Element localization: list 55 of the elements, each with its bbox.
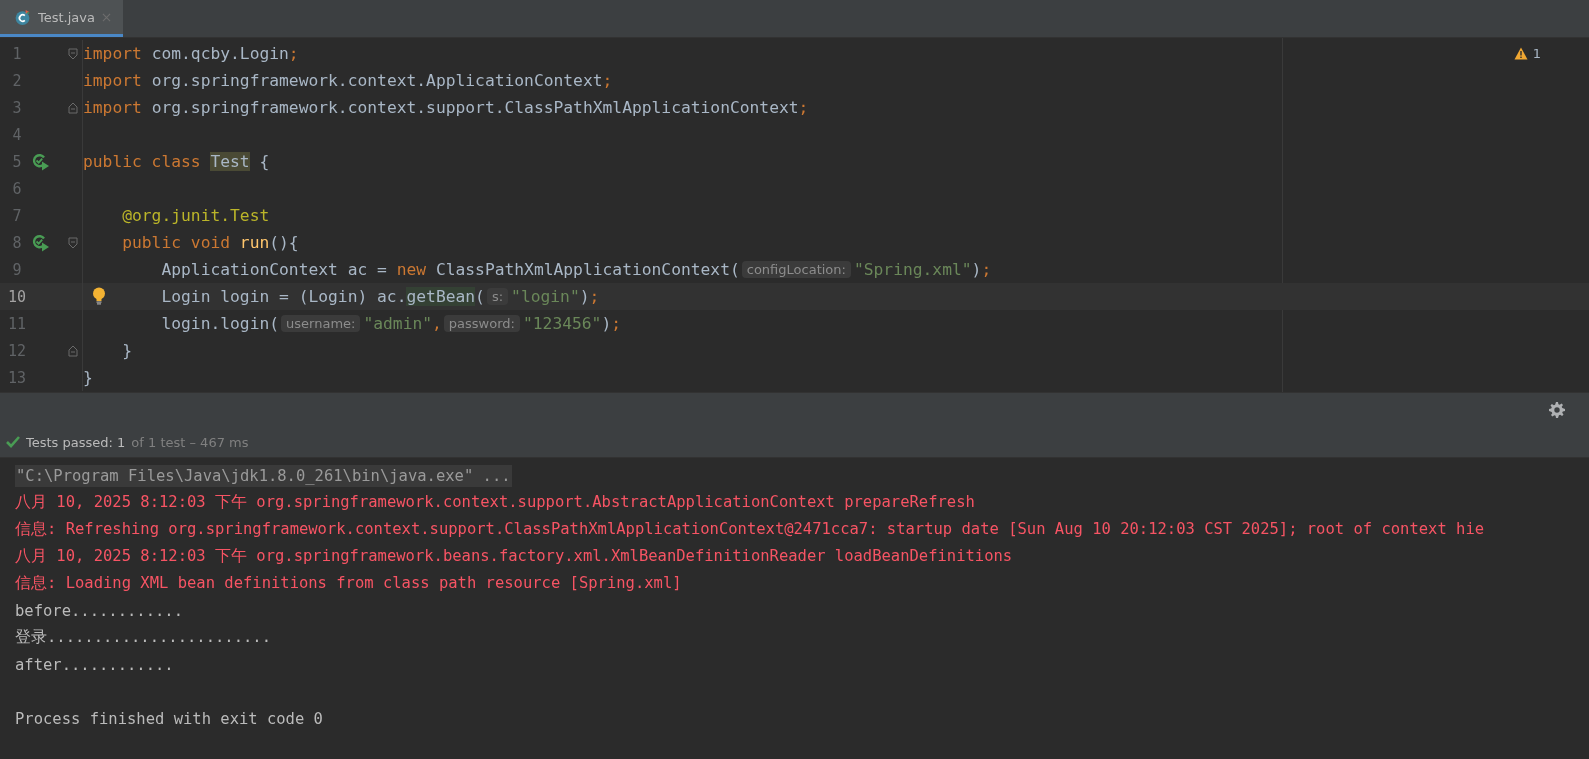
class-file-icon bbox=[14, 8, 31, 26]
line-number: 2 bbox=[11, 71, 23, 90]
code-text: "admin", bbox=[363, 314, 442, 333]
line-number: 9 bbox=[11, 260, 23, 279]
code-text: "123456"); bbox=[522, 314, 621, 333]
lightbulb-icon[interactable] bbox=[92, 287, 106, 305]
code-text: public void run(){ bbox=[121, 233, 299, 252]
console-line: 信息: Loading XML bean definitions from class path resource [Spring.xml] bbox=[15, 573, 682, 594]
code-text: import com.qcby.Login; bbox=[83, 44, 299, 63]
code-text: login.login( bbox=[160, 314, 280, 333]
run-test-icon[interactable] bbox=[32, 152, 50, 171]
code-text: import org.springframework.context.support.ClassPathXmlApplicationContext; bbox=[83, 98, 809, 117]
settings-icon[interactable] bbox=[1549, 402, 1565, 418]
code-text: ApplicationContext ac = new ClassPathXmlApplicationContext( bbox=[160, 260, 740, 279]
line-number: 8 bbox=[11, 233, 23, 252]
line-number: 5 bbox=[11, 152, 23, 171]
line-number: 11 bbox=[6, 314, 28, 333]
file-tab[interactable]: Test.java bbox=[0, 0, 123, 37]
warning-icon bbox=[1513, 47, 1528, 60]
test-duration: of 1 test – 467 ms bbox=[131, 434, 249, 450]
code-text: @org.junit.Test bbox=[121, 206, 270, 225]
code-text: } bbox=[121, 341, 132, 360]
close-icon[interactable] bbox=[102, 12, 111, 22]
parameter-hint: configLocation: bbox=[741, 261, 851, 278]
console-line: Process finished with exit code 0 bbox=[15, 709, 323, 728]
line-number: 3 bbox=[11, 98, 23, 117]
console-line: 信息: Refreshing org.springframework.context.support.ClassPathXmlApplicationContext@2471cca7: startup date [Sun Aug 10 20:12:03 CST 2025]; root of context hie bbox=[15, 519, 1485, 540]
fold-icon[interactable] bbox=[68, 344, 78, 357]
parameter-hint: username: bbox=[281, 315, 361, 332]
line-number: 10 bbox=[6, 287, 28, 306]
console-line: 登录........................ bbox=[15, 627, 271, 648]
fold-icon[interactable] bbox=[68, 236, 78, 249]
test-summary: Tests passed: 1 bbox=[26, 434, 126, 450]
code-text: "login"); bbox=[511, 287, 600, 306]
line-number: 1 bbox=[11, 44, 23, 63]
fold-icon[interactable] bbox=[68, 101, 78, 114]
code-text: "Spring.xml"); bbox=[853, 260, 992, 279]
console-line: 八月 10, 2025 8:12:03 下午 org.springframework.context.support.AbstractApplicationContext prepareRefresh bbox=[15, 492, 975, 513]
console-line: after............ bbox=[15, 655, 174, 674]
warning-indicator[interactable]: 1 bbox=[1513, 46, 1541, 61]
line-number: 13 bbox=[6, 368, 28, 387]
console-line: before............ bbox=[15, 601, 183, 620]
run-test-icon[interactable] bbox=[32, 233, 50, 252]
line-number: 4 bbox=[11, 125, 23, 144]
console-line: 八月 10, 2025 8:12:03 下午 org.springframework.beans.factory.xml.XmlBeanDefinitionReader loadBeanDefinitions bbox=[15, 546, 1013, 567]
code-text: Login login = (Login) ac.getBean( bbox=[160, 287, 485, 306]
line-number: 6 bbox=[11, 179, 23, 198]
parameter-hint: s: bbox=[486, 288, 509, 305]
fold-icon[interactable] bbox=[68, 47, 78, 60]
code-text: import org.springframework.context.ApplicationContext; bbox=[83, 71, 613, 90]
code-text: } bbox=[83, 368, 93, 387]
line-number: 12 bbox=[6, 341, 28, 360]
code-text: public class Test { bbox=[83, 152, 270, 171]
parameter-hint: password: bbox=[443, 315, 520, 332]
line-number: 7 bbox=[11, 206, 23, 225]
